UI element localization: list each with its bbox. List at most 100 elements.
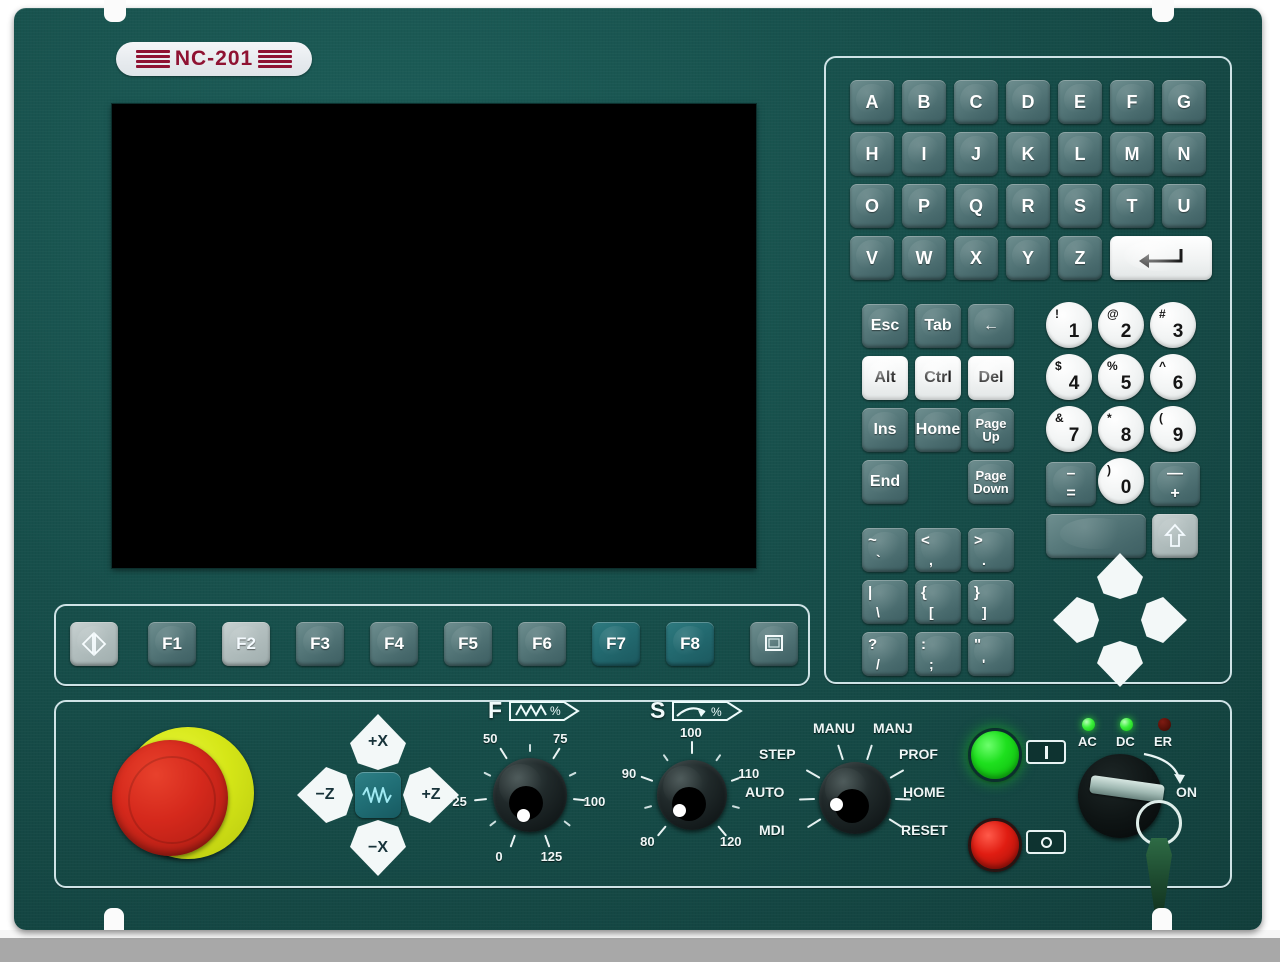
mode-label-mdi[interactable]: MDI [759, 822, 785, 838]
key-j[interactable]: J [954, 132, 998, 176]
key-n[interactable]: N [1162, 132, 1206, 176]
spindle-override-label: S% [650, 697, 745, 724]
key-num-7[interactable]: & 7 [1046, 406, 1092, 452]
key-x[interactable]: X [954, 236, 998, 280]
cycle-stop-button[interactable] [968, 818, 1022, 872]
key-v[interactable]: V [850, 236, 894, 280]
mode-label-home[interactable]: HOME [903, 784, 945, 800]
key-e[interactable]: E [1058, 80, 1102, 124]
spindle-override-knob[interactable] [657, 760, 727, 830]
key-num-2[interactable]: @2 [1098, 302, 1144, 348]
key-home[interactable]: Home [915, 408, 961, 452]
key-num-1[interactable]: ! 1 [1046, 302, 1092, 348]
key-tab[interactable]: Tab [915, 304, 961, 348]
key-b[interactable]: B [902, 80, 946, 124]
key-symbol-9[interactable]: " ' [968, 632, 1014, 676]
fn-key-f7[interactable]: F7 [592, 622, 640, 666]
led-dc [1120, 718, 1133, 731]
key-num-9[interactable]: (9 [1150, 406, 1196, 452]
key-num-6[interactable]: ^ 6 [1150, 354, 1196, 400]
key-r[interactable]: R [1006, 184, 1050, 228]
key-label: Y [1021, 247, 1034, 268]
key-symbol-3[interactable]: >. [968, 528, 1014, 572]
key-d[interactable]: D [1006, 80, 1050, 124]
key-label: F [1126, 91, 1138, 112]
key-num-8[interactable]: * 8 [1098, 406, 1144, 452]
key-l[interactable]: L [1058, 132, 1102, 176]
key-u[interactable]: U [1162, 184, 1206, 228]
fn-left-right-key[interactable] [70, 622, 118, 666]
fn-key-label: F3 [310, 634, 330, 653]
lcd-display[interactable] [112, 104, 756, 568]
knob-tick [691, 741, 693, 754]
key-switch-on-label: ON [1176, 784, 1197, 800]
mode-selector-knob[interactable] [819, 762, 891, 834]
key-minus-equals[interactable]: – = [1046, 462, 1096, 506]
key-k[interactable]: K [1006, 132, 1050, 176]
key-backspace[interactable]: ← [968, 304, 1014, 348]
mode-label-step[interactable]: STEP [759, 746, 796, 762]
key-num-3[interactable]: #3 [1150, 302, 1196, 348]
key-m[interactable]: M [1110, 132, 1154, 176]
key-num-5[interactable]: % 5 [1098, 354, 1144, 400]
key-end[interactable]: End [862, 460, 908, 504]
fn-key-f6[interactable]: F6 [518, 622, 566, 666]
mode-label-auto[interactable]: AUTO [745, 784, 784, 800]
key-minus-plus[interactable]: — + [1150, 462, 1200, 506]
fn-key-f8[interactable]: F8 [666, 622, 714, 666]
key-s[interactable]: S [1058, 184, 1102, 228]
cycle-start-button[interactable] [968, 728, 1022, 782]
key-symbol-1[interactable]: ~ ` [862, 528, 908, 572]
fn-key-f2[interactable]: F2 [222, 622, 270, 666]
key-symbol-4[interactable]: | \ [862, 580, 908, 624]
key-z[interactable]: Z [1058, 236, 1102, 280]
key-ctrl[interactable]: Ctrl [915, 356, 961, 400]
fn-window-key[interactable] [750, 622, 798, 666]
key-h[interactable]: H [850, 132, 894, 176]
mode-label-manj[interactable]: MANJ [873, 720, 913, 736]
mode-label-manu[interactable]: MANU [813, 720, 855, 736]
key-digit-legend: 4 [1068, 373, 1080, 394]
key-page-down[interactable]: Page Down [968, 460, 1014, 504]
space-key[interactable] [1046, 514, 1146, 558]
shift-key[interactable] [1152, 514, 1198, 558]
mode-label-prof[interactable]: PROF [899, 746, 938, 762]
key-page-up[interactable]: Page Up [968, 408, 1014, 452]
enter-key[interactable] [1110, 236, 1212, 280]
key-g[interactable]: G [1162, 80, 1206, 124]
key-q[interactable]: Q [954, 184, 998, 228]
key-label: N [1177, 143, 1191, 164]
key-symbol-7[interactable]: ? / [862, 632, 908, 676]
emergency-stop-button[interactable] [112, 740, 228, 856]
fn-key-f4[interactable]: F4 [370, 622, 418, 666]
key-w[interactable]: W [902, 236, 946, 280]
key-digit-legend: 7 [1068, 425, 1080, 446]
key-alt[interactable]: Alt [862, 356, 908, 400]
key-symbol-8[interactable]: :; [915, 632, 961, 676]
mode-label-reset[interactable]: RESET [901, 822, 948, 838]
key-t[interactable]: T [1110, 184, 1154, 228]
knob-scale-label: 25 [452, 793, 467, 809]
fn-key-f3[interactable]: F3 [296, 622, 344, 666]
fn-key-f5[interactable]: F5 [444, 622, 492, 666]
jog-rapid-key[interactable] [355, 772, 401, 818]
key-a[interactable]: A [850, 80, 894, 124]
key-symbol-5[interactable]: {[ [915, 580, 961, 624]
key-symbol-6[interactable]: }] [968, 580, 1014, 624]
key-c[interactable]: C [954, 80, 998, 124]
key-f[interactable]: F [1110, 80, 1154, 124]
key-y[interactable]: Y [1006, 236, 1050, 280]
key-del[interactable]: Del [968, 356, 1014, 400]
key-num-0[interactable]: ) 0 [1098, 458, 1144, 504]
key-o[interactable]: O [850, 184, 894, 228]
fn-key-f1[interactable]: F1 [148, 622, 196, 666]
key-i[interactable]: I [902, 132, 946, 176]
key-esc[interactable]: Esc [862, 304, 908, 348]
key-num-4[interactable]: $4 [1046, 354, 1092, 400]
key-symbol-2[interactable]: <, [915, 528, 961, 572]
key-p[interactable]: P [902, 184, 946, 228]
feed-override-knob[interactable] [493, 758, 567, 832]
key-ins[interactable]: Ins [862, 408, 908, 452]
led-label-er: ER [1154, 734, 1173, 749]
knob-minor-tick [529, 744, 531, 752]
